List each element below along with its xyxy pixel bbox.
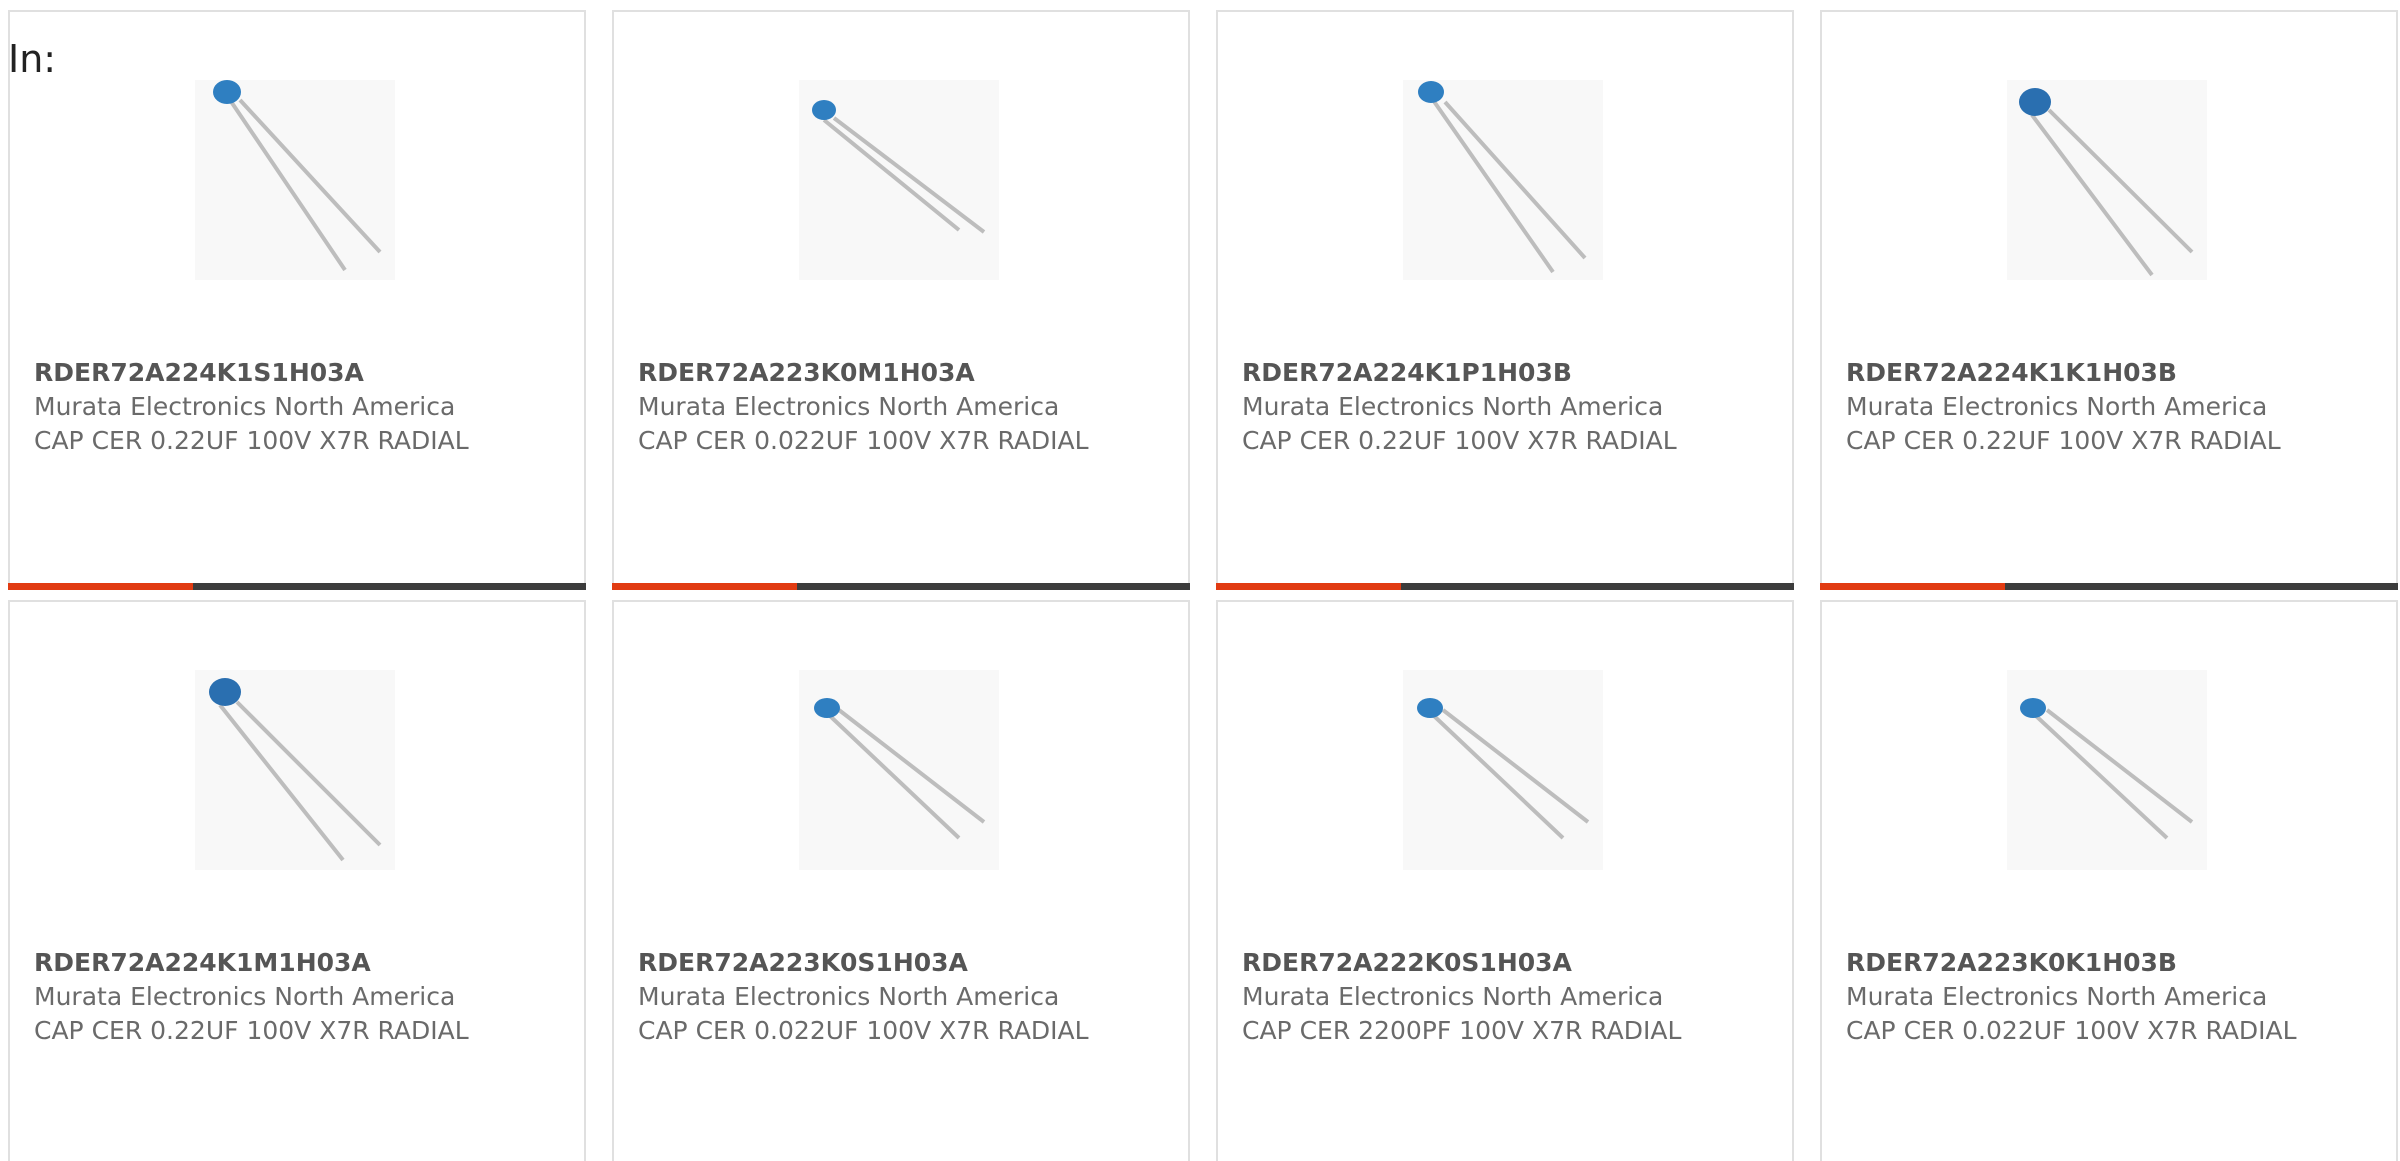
card-progress-bar — [8, 583, 586, 590]
card-text: RDER72A224K1S1H03A Murata Electronics No… — [34, 356, 564, 458]
product-card[interactable]: RDER72A223K0S1H03A Murata Electronics No… — [612, 600, 1190, 1161]
manufacturer: Murata Electronics North America — [1846, 392, 2268, 421]
manufacturer: Murata Electronics North America — [638, 982, 1060, 1011]
card-text: RDER72A224K1P1H03B Murata Electronics No… — [1242, 356, 1772, 458]
part-number[interactable]: RDER72A223K0K1H03B — [1846, 946, 2376, 980]
part-number[interactable]: RDER72A224K1P1H03B — [1242, 356, 1772, 390]
description: CAP CER 0.22UF 100V X7R RADIAL — [1242, 426, 1677, 455]
card-text: RDER72A223K0K1H03B Murata Electronics No… — [1846, 946, 2376, 1048]
product-card[interactable]: RDER72A224K1K1H03B Murata Electronics No… — [1820, 10, 2398, 590]
card-text: RDER72A224K1M1H03A Murata Electronics No… — [34, 946, 564, 1048]
ceramic-capacitor-image — [2007, 80, 2207, 280]
manufacturer: Murata Electronics North America — [34, 982, 456, 1011]
capacitor-icon — [1417, 698, 1590, 840]
part-number[interactable]: RDER72A224K1S1H03A — [34, 356, 564, 390]
card-progress-bar — [1216, 583, 1794, 590]
product-card[interactable]: RDER72A224K1P1H03B Murata Electronics No… — [1216, 10, 1794, 590]
card-progress-fill — [8, 583, 193, 590]
manufacturer: Murata Electronics North America — [1846, 982, 2268, 1011]
ceramic-capacitor-image — [799, 80, 999, 280]
product-card[interactable]: RDER72A223K0K1H03B Murata Electronics No… — [1820, 600, 2398, 1161]
in-label: In: — [8, 37, 57, 81]
card-progress-fill — [1820, 583, 2005, 590]
card-text: RDER72A223K0M1H03A Murata Electronics No… — [638, 356, 1168, 458]
part-number[interactable]: RDER72A222K0S1H03A — [1242, 946, 1772, 980]
card-progress-bar — [612, 583, 1190, 590]
product-card[interactable]: RDER72A223K0M1H03A Murata Electronics No… — [612, 10, 1190, 590]
product-card[interactable]: RDER72A222K0S1H03A Murata Electronics No… — [1216, 600, 1794, 1161]
card-progress-bar — [1820, 583, 2398, 590]
description: CAP CER 0.022UF 100V X7R RADIAL — [638, 426, 1089, 455]
manufacturer: Murata Electronics North America — [1242, 982, 1664, 1011]
manufacturer: Murata Electronics North America — [638, 392, 1060, 421]
description: CAP CER 0.22UF 100V X7R RADIAL — [1846, 426, 2281, 455]
ceramic-capacitor-image — [195, 670, 395, 870]
ceramic-capacitor-image — [2007, 670, 2207, 870]
manufacturer: Murata Electronics North America — [1242, 392, 1664, 421]
card-text: RDER72A224K1K1H03B Murata Electronics No… — [1846, 356, 2376, 458]
capacitor-icon — [213, 80, 382, 272]
card-text: RDER72A223K0S1H03A Murata Electronics No… — [638, 946, 1168, 1048]
part-number[interactable]: RDER72A224K1K1H03B — [1846, 356, 2376, 390]
capacitor-icon — [1418, 81, 1587, 274]
capacitor-icon — [814, 698, 986, 840]
ceramic-capacitor-image — [195, 80, 395, 280]
description: CAP CER 0.022UF 100V X7R RADIAL — [638, 1016, 1089, 1045]
ceramic-capacitor-image — [1403, 80, 1603, 280]
product-card[interactable]: RDER72A224K1S1H03A Murata Electronics No… — [8, 10, 586, 590]
part-number[interactable]: RDER72A223K0M1H03A — [638, 356, 1168, 390]
manufacturer: Murata Electronics North America — [34, 392, 456, 421]
card-progress-fill — [612, 583, 797, 590]
description: CAP CER 0.22UF 100V X7R RADIAL — [34, 1016, 469, 1045]
description: CAP CER 0.022UF 100V X7R RADIAL — [1846, 1016, 2297, 1045]
product-results-page: In: RDER72A224K1S1H03A Murata Electronic… — [0, 0, 2400, 1161]
product-grid: RDER72A224K1S1H03A Murata Electronics No… — [8, 10, 2400, 1161]
ceramic-capacitor-image — [799, 670, 999, 870]
part-number[interactable]: RDER72A224K1M1H03A — [34, 946, 564, 980]
description: CAP CER 0.22UF 100V X7R RADIAL — [34, 426, 469, 455]
capacitor-icon — [209, 678, 382, 862]
description: CAP CER 2200PF 100V X7R RADIAL — [1242, 1016, 1682, 1045]
card-text: RDER72A222K0S1H03A Murata Electronics No… — [1242, 946, 1772, 1048]
capacitor-icon — [2020, 698, 2194, 840]
part-number[interactable]: RDER72A223K0S1H03A — [638, 946, 1168, 980]
card-progress-fill — [1216, 583, 1401, 590]
product-card[interactable]: RDER72A224K1M1H03A Murata Electronics No… — [8, 600, 586, 1161]
capacitor-icon — [2019, 88, 2194, 277]
ceramic-capacitor-image — [1403, 670, 1603, 870]
capacitor-icon — [812, 100, 986, 234]
